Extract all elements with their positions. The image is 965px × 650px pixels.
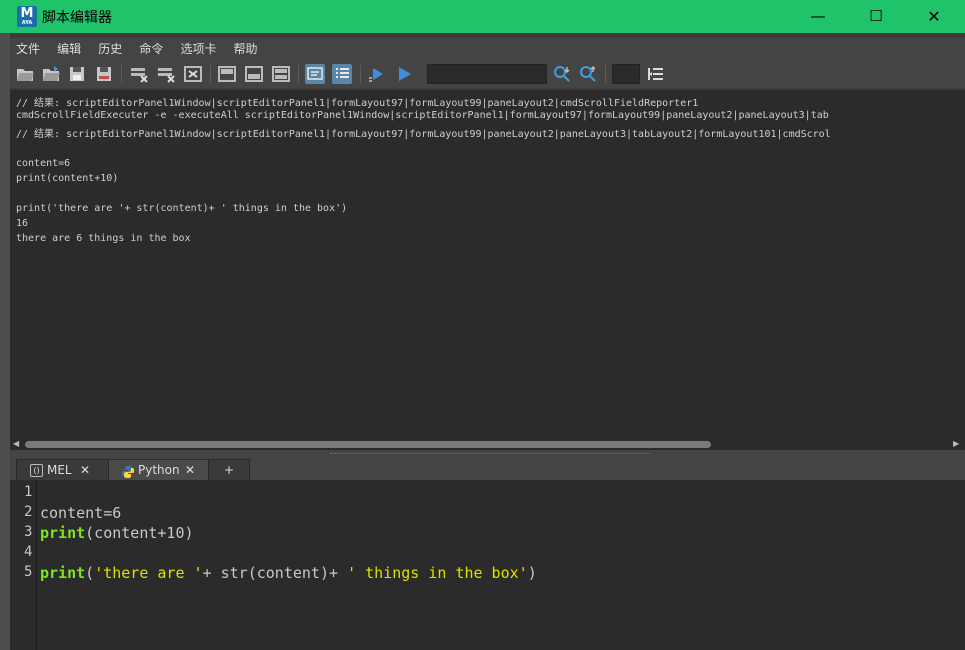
editor-vertical-scrollbar[interactable] <box>955 480 965 650</box>
menu-command[interactable]: 命令 <box>133 38 169 60</box>
scrollbar-thumb[interactable] <box>25 441 711 448</box>
code-line-5: print('there are '+ str(content)+ ' thin… <box>40 564 537 582</box>
output-line: content=6 <box>16 158 71 169</box>
show-both-icon[interactable] <box>271 64 291 84</box>
search-field[interactable] <box>427 64 547 84</box>
history-output-pane[interactable]: // 结果: scriptEditorPanel1Window|scriptEd… <box>10 90 965 438</box>
menu-file[interactable]: 文件 <box>10 38 46 60</box>
save-script-icon[interactable] <box>67 64 87 84</box>
string-literal: ' things in the box' <box>347 564 528 582</box>
line-numbers-icon[interactable] <box>332 64 352 84</box>
menu-help[interactable]: 帮助 <box>228 38 264 60</box>
output-line: cmdScrollFieldExecuter -e -executeAll sc… <box>16 110 829 121</box>
tab-python-label: Python <box>138 463 180 477</box>
scroll-right-arrow-icon[interactable]: ▶ <box>953 439 959 448</box>
tab-close-icon[interactable]: ✕ <box>80 460 90 480</box>
minimize-button[interactable]: — <box>794 0 842 33</box>
line-number: 2 <box>24 504 33 520</box>
search-prev-icon[interactable] <box>578 64 598 84</box>
toolbar <box>10 60 965 88</box>
execute-all-icon[interactable] <box>394 64 414 84</box>
tab-close-icon[interactable]: ✕ <box>185 460 195 480</box>
tab-python[interactable]: Python ✕ <box>108 459 210 481</box>
menu-history[interactable]: 历史 <box>92 38 128 60</box>
menu-tabs[interactable]: 选项卡 <box>174 38 222 60</box>
close-button[interactable]: ✕ <box>910 0 958 33</box>
line-number: 3 <box>24 524 33 540</box>
output-line: 16 <box>16 218 29 229</box>
code-text: ( <box>85 564 95 582</box>
splitter-grip <box>330 453 650 455</box>
add-tab-button[interactable]: + <box>208 459 250 481</box>
source-script-icon[interactable] <box>41 64 61 84</box>
toolbar-separator <box>210 65 211 83</box>
tab-mel-label: MEL <box>47 463 72 477</box>
pane-splitter[interactable] <box>10 450 965 458</box>
goto-line-icon[interactable] <box>646 64 666 84</box>
output-line: there are 6 things in the box <box>16 233 191 244</box>
script-input-editor[interactable]: 1 2 3 4 5 content=6 print(content+10) pr… <box>10 480 955 650</box>
clear-all-icon[interactable] <box>183 64 203 84</box>
code-line-3: print(content+10) <box>40 524 194 542</box>
menu-edit[interactable]: 编辑 <box>51 38 87 60</box>
toolbar-separator <box>360 65 361 83</box>
code-text: (content+10) <box>85 524 194 542</box>
code-text: + str(content)+ <box>202 564 348 582</box>
line-number: 1 <box>24 484 33 500</box>
history-horizontal-scrollbar[interactable]: ◀ ▶ <box>10 438 965 450</box>
python-icon <box>122 464 134 478</box>
tab-bar: () MEL ✕ Python ✕ + <box>10 458 965 481</box>
clear-history-icon[interactable] <box>129 64 149 84</box>
line-number: 5 <box>24 564 33 580</box>
toolbar-separator <box>298 65 299 83</box>
window-title: 脚本编辑器 <box>42 10 112 26</box>
output-line: // 结果: scriptEditorPanel1Window|scriptEd… <box>16 98 699 109</box>
scroll-left-arrow-icon[interactable]: ◀ <box>13 439 19 448</box>
output-line: print(content+10) <box>16 173 119 184</box>
show-history-only-icon[interactable] <box>217 64 237 84</box>
execute-selected-icon[interactable] <box>367 64 387 84</box>
line-number: 4 <box>24 544 33 560</box>
keyword: print <box>40 524 86 542</box>
goto-line-field[interactable] <box>612 64 640 84</box>
maya-app-icon: M AYA <box>17 6 37 27</box>
save-script-to-shelf-icon[interactable] <box>94 64 114 84</box>
tab-mel[interactable]: () MEL ✕ <box>16 459 110 481</box>
clear-input-icon[interactable] <box>156 64 176 84</box>
maximize-button[interactable]: ☐ <box>852 0 900 33</box>
toolbar-separator <box>121 65 122 83</box>
string-literal: 'there are ' <box>94 564 203 582</box>
echo-all-commands-icon[interactable] <box>305 64 325 84</box>
line-number-gutter: 1 2 3 4 5 <box>10 480 37 650</box>
search-next-icon[interactable] <box>552 64 572 84</box>
open-script-icon[interactable] <box>15 64 35 84</box>
keyword: print <box>40 564 86 582</box>
show-input-only-icon[interactable] <box>244 64 264 84</box>
output-line: print('there are '+ str(content)+ ' thin… <box>16 203 348 214</box>
menu-bar: 文件 编辑 历史 命令 选项卡 帮助 <box>10 38 965 60</box>
mel-icon: () <box>30 464 43 477</box>
title-bar: M AYA 脚本编辑器 — ☐ ✕ <box>0 0 965 33</box>
code-text: ) <box>527 564 537 582</box>
left-edge <box>0 33 10 650</box>
output-line: // 结果: scriptEditorPanel1Window|scriptEd… <box>16 129 831 140</box>
toolbar-separator <box>605 65 606 83</box>
code-line-2: content=6 <box>40 504 122 522</box>
